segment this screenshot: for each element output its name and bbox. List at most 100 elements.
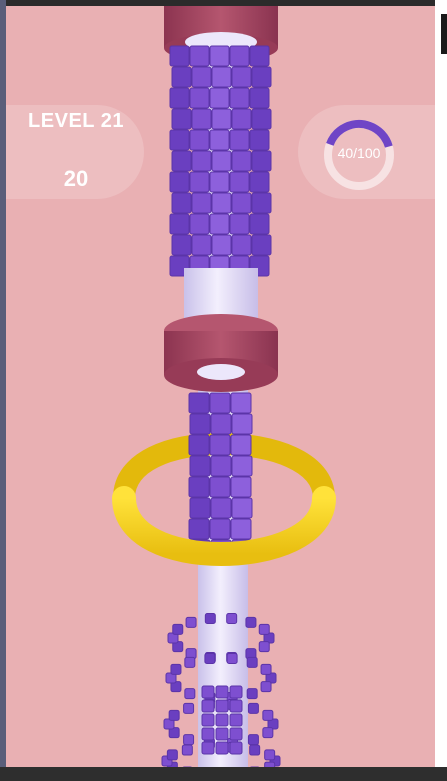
- purple-cube: [215, 685, 229, 699]
- purple-cube: [191, 150, 212, 172]
- bottom-bar: [0, 767, 447, 781]
- purple-cube: [264, 749, 276, 761]
- purple-cube: [231, 192, 252, 214]
- purple-cube: [201, 713, 215, 727]
- right-window-edge: [435, 0, 447, 781]
- purple-cube: [184, 688, 196, 700]
- purple-cube: [209, 434, 231, 456]
- purple-cube: [201, 741, 215, 755]
- purple-cube: [210, 455, 232, 477]
- purple-cube: [183, 702, 195, 714]
- progress-text: 40/100: [337, 145, 381, 161]
- purple-cube: [172, 623, 184, 635]
- score-value: 20: [63, 166, 89, 191]
- purple-cube: [230, 434, 252, 456]
- level-label: LEVEL 21: [28, 110, 124, 132]
- purple-cube: [226, 613, 238, 625]
- purple-cube: [209, 476, 231, 498]
- purple-cube: [229, 45, 250, 67]
- purple-cube: [210, 413, 232, 435]
- purple-cube: [171, 192, 192, 214]
- purple-cube: [231, 108, 252, 130]
- purple-cube: [171, 108, 192, 130]
- purple-cube: [209, 392, 231, 414]
- purple-cube: [189, 129, 210, 151]
- purple-cube: [191, 66, 212, 88]
- purple-cube: [166, 749, 178, 761]
- purple-cube: [188, 392, 210, 414]
- purple-cube: [189, 213, 210, 235]
- right-window-tab: [441, 14, 447, 54]
- purple-cube: [209, 171, 230, 193]
- purple-cube: [189, 45, 210, 67]
- purple-cube: [229, 213, 250, 235]
- purple-cube: [209, 518, 231, 540]
- purple-cube: [209, 129, 230, 151]
- purple-cube: [215, 713, 229, 727]
- purple-cube: [209, 213, 230, 235]
- purple-cube: [251, 150, 272, 172]
- purple-cube: [246, 688, 258, 700]
- purple-cube: [169, 87, 190, 109]
- purple-cube: [251, 108, 272, 130]
- purple-cube: [168, 709, 180, 721]
- purple-cube: [201, 727, 215, 741]
- purple-cube: [211, 108, 232, 130]
- purple-cube: [249, 213, 270, 235]
- purple-cube: [231, 413, 253, 435]
- purple-cube: [249, 129, 270, 151]
- purple-cube: [191, 192, 212, 214]
- purple-cube: [249, 171, 270, 193]
- cube-stack-lower: [188, 392, 253, 561]
- purple-cube: [171, 66, 192, 88]
- purple-cube: [231, 455, 253, 477]
- purple-cube: [230, 476, 252, 498]
- purple-cube: [246, 656, 258, 668]
- purple-cube: [249, 45, 270, 67]
- purple-cube: [181, 744, 193, 756]
- purple-cube: [170, 663, 182, 675]
- purple-cube: [230, 518, 252, 540]
- purple-cube: [249, 87, 270, 109]
- purple-cube: [262, 709, 274, 721]
- purple-cube: [215, 727, 229, 741]
- purple-cube: [204, 653, 216, 665]
- purple-cube: [230, 392, 252, 414]
- purple-cube: [211, 192, 232, 214]
- purple-cube: [229, 171, 250, 193]
- purple-cube: [185, 616, 197, 628]
- purple-cube: [210, 497, 232, 519]
- purple-cube: [169, 45, 190, 67]
- purple-cube: [229, 741, 243, 755]
- purple-cube: [211, 150, 232, 172]
- purple-cube: [249, 744, 261, 756]
- purple-cube: [258, 641, 270, 653]
- purple-cube: [183, 734, 195, 746]
- purple-cube: [229, 685, 243, 699]
- purple-cube: [191, 234, 212, 256]
- purple-cube: [260, 663, 272, 675]
- purple-cube: [245, 616, 257, 628]
- purple-cube: [188, 434, 210, 456]
- purple-cube: [229, 699, 243, 713]
- purple-cube: [231, 150, 252, 172]
- purple-cube: [189, 413, 211, 435]
- purple-cube: [169, 129, 190, 151]
- purple-cube: [189, 497, 211, 519]
- purple-cube: [258, 623, 270, 635]
- purple-cube: [191, 108, 212, 130]
- purple-cube: [260, 681, 272, 693]
- purple-cube: [211, 234, 232, 256]
- purple-cube: [169, 171, 190, 193]
- game-viewport[interactable]: LEVEL 21 20 40/100: [6, 6, 435, 767]
- purple-cube: [171, 234, 192, 256]
- purple-cube: [201, 699, 215, 713]
- purple-cube: [189, 171, 210, 193]
- cap-middle: [164, 314, 278, 392]
- purple-cube: [226, 653, 238, 665]
- purple-cube: [251, 234, 272, 256]
- purple-cube: [184, 656, 196, 668]
- purple-cube: [188, 518, 210, 540]
- purple-cube: [229, 87, 250, 109]
- purple-cube: [211, 66, 232, 88]
